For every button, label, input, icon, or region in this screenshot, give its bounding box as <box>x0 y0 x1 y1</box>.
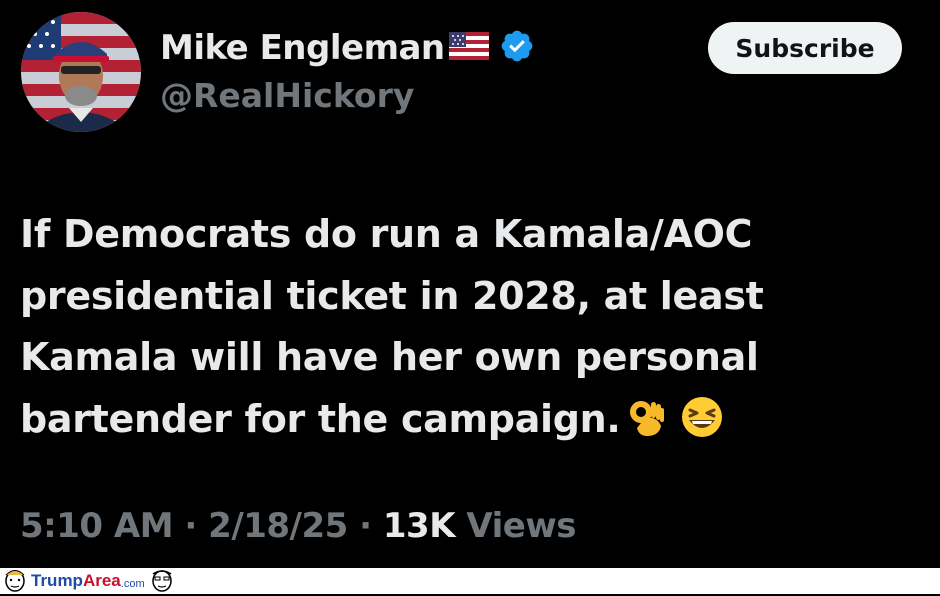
author-name-row: Mike Engleman <box>160 26 535 70</box>
tweet-text: If Democrats do run a Kamala/AOC preside… <box>20 204 920 456</box>
watermark-brand-suffix: .com <box>120 577 145 590</box>
tweet-text-line: bartender for the campaign. <box>20 396 621 441</box>
subscribe-button[interactable]: Subscribe <box>708 22 902 74</box>
watermark-bar: Trump Area .com <box>0 568 940 594</box>
watermark-brand-part1: Trump <box>31 571 83 590</box>
watermark-logo[interactable]: Trump Area .com <box>0 568 177 594</box>
tweet-text-line-last: bartender for the campaign. <box>20 389 920 457</box>
author-handle[interactable]: @RealHickory <box>160 76 414 115</box>
tweet-text-line: presidential ticket in 2028, at least <box>20 273 764 318</box>
watermark-brand-part2: Area <box>82 571 121 590</box>
tweet-text-line: Kamala will have her own personal <box>20 335 759 379</box>
avatar[interactable] <box>21 12 141 132</box>
us-flag-icon <box>448 32 489 64</box>
views-count: 13K <box>382 506 456 546</box>
meta-separator: · <box>173 506 209 546</box>
views-label: Views <box>455 506 576 546</box>
caricature-face-icon <box>1 566 29 596</box>
tweet-text-line: If Democrats do run a Kamala/AOC <box>20 212 753 256</box>
tweet-date[interactable]: 2/18/25 <box>208 506 348 546</box>
meta-separator: · <box>347 506 383 546</box>
tweet-card: Mike Engleman @RealHickory Subscribe If … <box>0 0 940 568</box>
caricature-face-icon <box>147 566 177 596</box>
tweet-meta: 5:10 AM · 2/18/25 · 13K Views <box>20 506 576 546</box>
ok-hand-emoji-icon <box>627 395 667 457</box>
tweet-time[interactable]: 5:10 AM <box>20 506 174 546</box>
author-display-name[interactable]: Mike Engleman <box>160 28 445 68</box>
grinning-squinting-emoji-icon <box>681 395 723 457</box>
verified-badge-icon[interactable] <box>499 28 535 68</box>
